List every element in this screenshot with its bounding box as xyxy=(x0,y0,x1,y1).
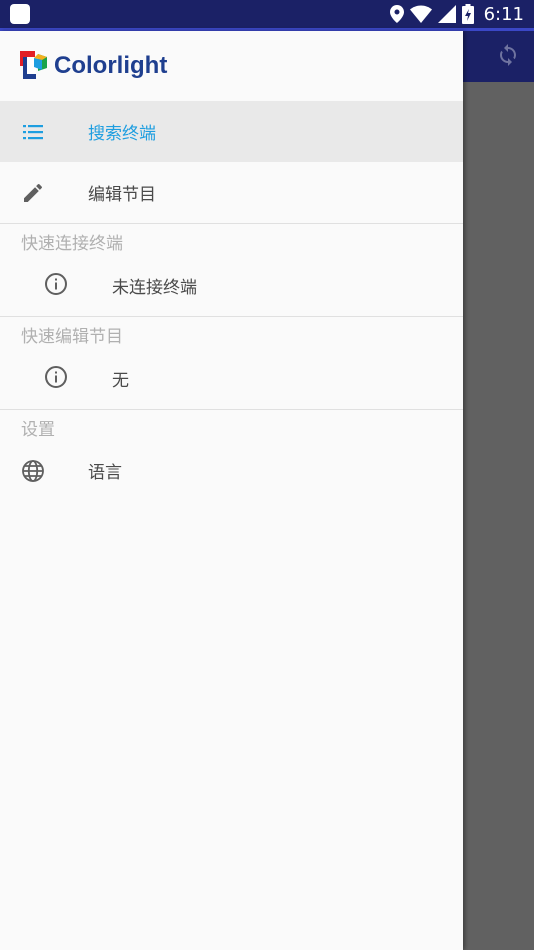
refresh-icon[interactable] xyxy=(496,43,520,67)
list-icon xyxy=(23,124,43,139)
signal-icon xyxy=(437,5,456,23)
globe-icon xyxy=(22,459,44,482)
colorlight-logo-icon xyxy=(20,51,47,79)
menu-item-language[interactable]: 语言 xyxy=(0,440,463,501)
info-icon xyxy=(45,273,67,295)
section-header: 快速连接终端 xyxy=(21,234,123,254)
navigation-drawer: Colorlight 搜索终端 编辑节目 快速连接终端 未连接终端 快速编辑节目 xyxy=(0,31,463,950)
drawer-header: Colorlight xyxy=(0,31,463,101)
app-icon xyxy=(10,4,30,24)
sub-item-label: 无 xyxy=(112,371,129,391)
status-time: 6:11 xyxy=(483,3,524,25)
section-header: 设置 xyxy=(21,420,55,440)
menu-item-label: 语言 xyxy=(88,463,122,483)
menu-item-search-terminal[interactable]: 搜索终端 xyxy=(0,101,463,162)
section-settings: 设置 xyxy=(0,410,463,440)
battery-icon xyxy=(461,4,474,24)
section-quick-edit: 快速编辑节目 xyxy=(0,317,463,347)
logo: Colorlight xyxy=(20,51,167,81)
menu-item-label: 编辑节目 xyxy=(88,185,156,205)
sub-item-none[interactable]: 无 xyxy=(0,347,463,409)
menu-item-label: 搜索终端 xyxy=(88,124,156,144)
sub-item-not-connected[interactable]: 未连接终端 xyxy=(0,254,463,316)
logo-text: Colorlight xyxy=(54,52,168,79)
scrim[interactable] xyxy=(463,82,534,950)
status-icons: 6:11 xyxy=(389,0,524,28)
section-header: 快速编辑节目 xyxy=(21,327,123,347)
wifi-icon xyxy=(409,5,432,23)
info-icon xyxy=(45,366,67,388)
status-bar: 6:11 xyxy=(0,0,534,28)
menu-item-edit-program[interactable]: 编辑节目 xyxy=(0,162,463,223)
location-icon xyxy=(389,5,404,23)
sub-item-label: 未连接终端 xyxy=(112,278,197,298)
app-bar xyxy=(463,31,534,82)
section-quick-connect: 快速连接终端 xyxy=(0,224,463,254)
pencil-icon xyxy=(24,183,42,202)
